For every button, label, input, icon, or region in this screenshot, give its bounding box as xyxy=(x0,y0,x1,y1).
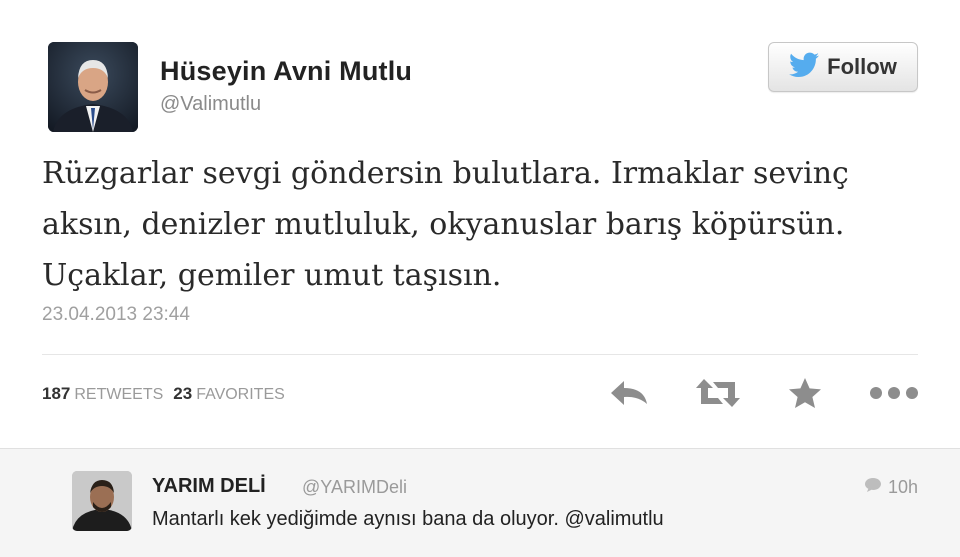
tweet-text-line: Rüzgarlar sevgi göndersin bulutlara. Irm… xyxy=(42,156,849,191)
twitter-bird-icon xyxy=(789,52,820,83)
reply-time-label: 10h xyxy=(887,477,918,497)
reply-author-name[interactable]: YARIM DELİ xyxy=(152,475,266,498)
reply-icon[interactable] xyxy=(608,374,650,412)
favorites-label: FAVORITES xyxy=(196,386,285,403)
divider xyxy=(42,354,918,355)
author-avatar[interactable] xyxy=(48,42,138,132)
star-icon[interactable] xyxy=(787,374,823,412)
reply-text: Mantarlı kek yediğimde aynısı bana da ol… xyxy=(152,508,664,530)
author-name[interactable]: Hüseyin Avni Mutlu xyxy=(160,56,412,87)
author-handle[interactable]: @Valimutlu xyxy=(160,93,261,116)
speech-bubble-icon xyxy=(864,477,882,498)
favorites-stat[interactable]: 23 FAVORITES xyxy=(173,384,285,404)
tweet-stats: 187 RETWEETS 23 FAVORITES xyxy=(42,384,285,404)
tweet-text-line: aksın, denizler mutluluk, okyanuslar bar… xyxy=(42,207,845,242)
reply-author-avatar[interactable] xyxy=(72,471,132,531)
tweet-text: Rüzgarlar sevgi göndersin bulutlara. Irm… xyxy=(42,148,932,301)
tweet-card: Hüseyin Avni Mutlu @Valimutlu Follow Rüz… xyxy=(0,0,960,448)
retweet-icon[interactable] xyxy=(694,374,742,412)
retweets-stat[interactable]: 187 RETWEETS xyxy=(42,384,163,404)
more-icon[interactable] xyxy=(868,374,920,412)
retweets-label: RETWEETS xyxy=(74,386,164,403)
follow-label: Follow xyxy=(827,54,897,79)
tweet-text-line: Uçaklar, gemiler umut taşısın. xyxy=(42,258,502,293)
follow-button[interactable]: Follow xyxy=(768,42,918,92)
tweet-timestamp[interactable]: 23.04.2013 23:44 xyxy=(42,304,190,326)
reply-time[interactable]: 10h xyxy=(864,477,918,498)
reply-tweet[interactable]: YARIM DELİ @YARIMDeli Mantarlı kek yediğ… xyxy=(0,448,960,557)
retweets-count: 187 xyxy=(42,384,71,403)
favorites-count: 23 xyxy=(173,384,193,403)
reply-author-handle[interactable]: @YARIMDeli xyxy=(302,477,407,498)
